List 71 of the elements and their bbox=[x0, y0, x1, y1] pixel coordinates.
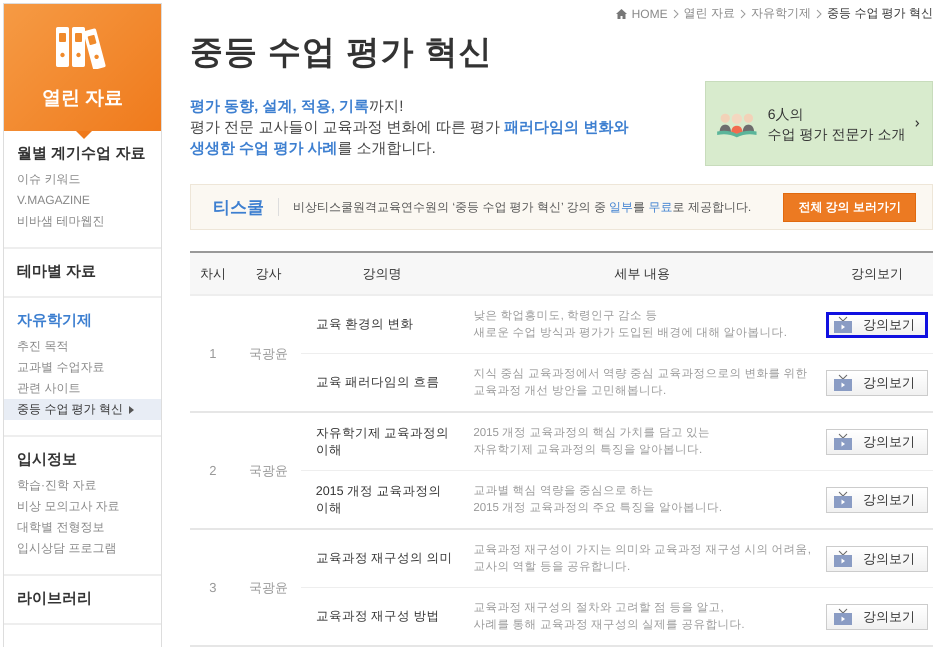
sidebar-item[interactable]: 비상 모의고사 자료 bbox=[4, 496, 161, 517]
chevron-icon bbox=[740, 8, 746, 18]
tschool-logo: 티스쿨 bbox=[213, 196, 264, 218]
column-header: 강사 bbox=[236, 252, 301, 295]
sidebar-item[interactable]: 관련 사이트 bbox=[4, 378, 161, 399]
lecture-description: 낮은 학업흥미도, 학령인구 감소 등 새로운 수업 방식과 평가가 도입된 배경에 대해 알아봅니다. bbox=[473, 310, 787, 338]
lecture-title: 자유학기제 교육과정의 이해 bbox=[300, 412, 464, 470]
column-header: 강의명 bbox=[300, 252, 464, 295]
instructor-name: 국광윤 bbox=[236, 412, 301, 529]
page-title: 중등 수업 평가 혁신 bbox=[190, 32, 494, 72]
sidebar-section-link[interactable]: 자유학기제 bbox=[4, 311, 161, 330]
watch-lecture-button[interactable]: 강의보기 bbox=[826, 486, 928, 512]
intro-text: 평가 동향, 설계, 적용, 기록까지! bbox=[190, 97, 404, 117]
lecture-title: 교육 패러다임의 흐름 bbox=[300, 354, 464, 412]
sidebar-item[interactable]: 이슈 키워드 bbox=[4, 169, 161, 190]
sidebar-section-link[interactable]: 라이브러리 bbox=[4, 589, 161, 608]
lecture-description: 교육과정 재구성이 가지는 의미와 교육과정 재구성 시의 어려움, 교사의 역할 등을 공유합니다. bbox=[473, 544, 811, 572]
breadcrumb-link[interactable]: HOME bbox=[632, 6, 668, 20]
lecture-title: 교육과정 재구성의 의미 bbox=[300, 529, 464, 588]
column-header: 강의보기 bbox=[820, 252, 933, 295]
chevron-icon bbox=[816, 8, 822, 18]
watch-lecture-button[interactable]: 강의보기 bbox=[826, 428, 928, 454]
watch-lecture-button[interactable]: 강의보기 bbox=[826, 312, 928, 338]
sidebar-item[interactable]: 대학별 전형정보 bbox=[4, 517, 161, 538]
sidebar-item[interactable]: V.MAGAZINE bbox=[4, 190, 161, 211]
caret-icon bbox=[129, 406, 134, 414]
sidebar-item[interactable]: 추진 목적 bbox=[4, 336, 161, 357]
instructor-name: 국광윤 bbox=[236, 529, 301, 646]
breadcrumb-link[interactable]: 중등 수업 평가 혁신 bbox=[826, 5, 933, 22]
tv-icon bbox=[832, 433, 853, 450]
all-lectures-button[interactable]: 전체 강의 보러가기 bbox=[783, 192, 916, 222]
watch-lecture-button[interactable]: 강의보기 bbox=[826, 370, 928, 396]
sidebar-item[interactable]: 중등 수업 평가 혁신 bbox=[4, 399, 161, 420]
tv-icon bbox=[832, 608, 853, 625]
sidebar-item[interactable]: 학습·진학 자료 bbox=[4, 475, 161, 496]
lecture-title: 교육과정 재구성 방법 bbox=[300, 588, 464, 646]
chevron-icon bbox=[672, 8, 679, 18]
tv-icon bbox=[832, 550, 853, 567]
intro-text: 평가 전문 교사들이 교육과정 변화에 따른 평가 패러다임의 변화와 bbox=[190, 118, 628, 138]
sidebar-section-link[interactable]: 테마별 자료 bbox=[4, 262, 161, 281]
sidebar-title: 열린 자료 bbox=[42, 86, 124, 110]
sidebar-item[interactable]: 비바샘 테마웹진 bbox=[4, 211, 161, 232]
session-number: 2 bbox=[190, 412, 236, 529]
sidebar-item[interactable]: 입시상담 프로그램 bbox=[4, 538, 161, 559]
tv-icon bbox=[832, 316, 853, 333]
breadcrumb-link[interactable]: 자유학기제 bbox=[750, 5, 811, 22]
lecture-title: 2015 개정 교육과정의 이해 bbox=[300, 470, 464, 529]
tv-icon bbox=[832, 491, 853, 508]
lecture-description: 교과별 핵심 역량을 중심으로 하는 2015 개정 교육과정의 주요 특징을 알아봅니다. bbox=[473, 484, 722, 514]
watch-lecture-button[interactable]: 강의보기 bbox=[826, 604, 928, 630]
watch-lecture-button[interactable]: 강의보기 bbox=[826, 546, 928, 572]
column-header: 차시 bbox=[190, 252, 236, 295]
session-number: 1 bbox=[190, 295, 236, 412]
expert-card[interactable]: 6人의 수업 평가 전문가 소개 bbox=[705, 81, 933, 166]
instructor-name: 국광윤 bbox=[236, 295, 301, 412]
breadcrumb-link[interactable]: 열린 자료 bbox=[684, 5, 735, 22]
tschool-text: 비상티스쿨원격교육연수원의 ‘중등 수업 평가 혁신’ 강의 중 일부를 무료로 제공합니다. bbox=[293, 198, 752, 216]
lecture-description: 교육과정 재구성의 절차와 고려할 점 등을 알고, 사례를 통해 교육과정 재구성의 실제를 공유합니다. bbox=[473, 602, 745, 630]
home-icon[interactable] bbox=[616, 8, 627, 18]
lecture-title: 교육 환경의 변화 bbox=[300, 295, 464, 354]
session-number: 3 bbox=[190, 529, 236, 646]
sidebar-section-link[interactable]: 월별 계기수업 자료 bbox=[4, 144, 161, 163]
column-header: 세부 내용 bbox=[463, 252, 821, 295]
expert-intro-text: 수업 평가 전문가 소개 bbox=[768, 124, 906, 144]
tv-icon bbox=[832, 374, 853, 391]
sidebar-section-link[interactable]: 입시정보 bbox=[4, 450, 161, 469]
sidebar-item[interactable]: 교과별 수업자료 bbox=[4, 357, 161, 378]
lecture-description: 2015 개정 교육과정의 핵심 가치를 담고 있는 자유학기제 교육과정의 특징을 알아봅니다. bbox=[473, 426, 710, 456]
intro-text: 생생한 수업 평가 사례를 소개합니다. bbox=[190, 139, 437, 159]
expert-count-text: 6人의 bbox=[768, 104, 804, 124]
lecture-description: 지식 중심 교육과정에서 역량 중심 교육과정으로의 변화를 위한 교육과정 개선 방안을 고민해봅니다. bbox=[473, 368, 808, 396]
